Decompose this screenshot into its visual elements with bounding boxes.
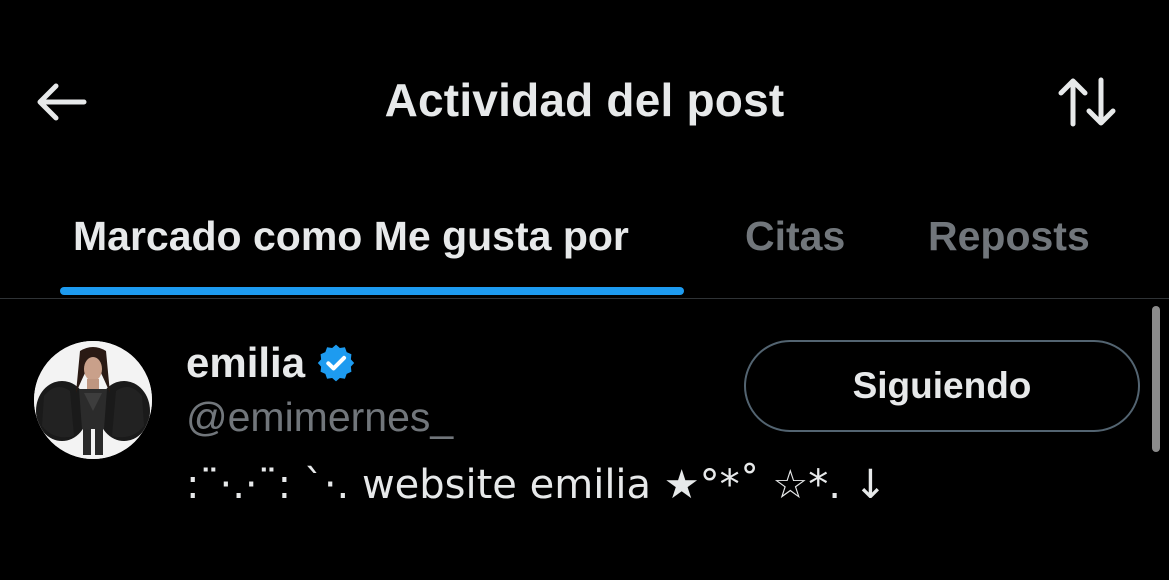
display-name-link[interactable]: emilia xyxy=(186,337,357,389)
sort-arrows-icon xyxy=(1058,77,1116,127)
user-list-item[interactable]: emilia @emimernes_ :¨·.·¨: `·. website e… xyxy=(0,299,1169,580)
scrollbar-thumb[interactable] xyxy=(1152,306,1160,452)
page-title: Actividad del post xyxy=(384,74,785,126)
user-handle[interactable]: @emimernes_ xyxy=(186,391,453,443)
top-app-bar: Actividad del post xyxy=(0,0,1169,200)
sort-button[interactable] xyxy=(1050,72,1124,132)
following-button[interactable]: Siguiendo xyxy=(744,340,1140,432)
tab-liked-by[interactable]: Marcado como Me gusta por xyxy=(73,206,629,266)
user-bio: :¨·.·¨: `·. website emilia ★°*˚ ☆*. ↓ xyxy=(186,462,888,508)
display-name: emilia xyxy=(186,339,306,386)
tab-reposts[interactable]: Reposts xyxy=(928,206,1090,266)
activity-tabs: Marcado como Me gusta por Citas Reposts xyxy=(0,190,1169,299)
active-tab-indicator xyxy=(60,287,684,295)
avatar[interactable] xyxy=(34,341,152,459)
verified-badge-icon xyxy=(317,344,355,382)
avatar-image xyxy=(34,341,152,459)
tab-quotes[interactable]: Citas xyxy=(745,206,845,266)
